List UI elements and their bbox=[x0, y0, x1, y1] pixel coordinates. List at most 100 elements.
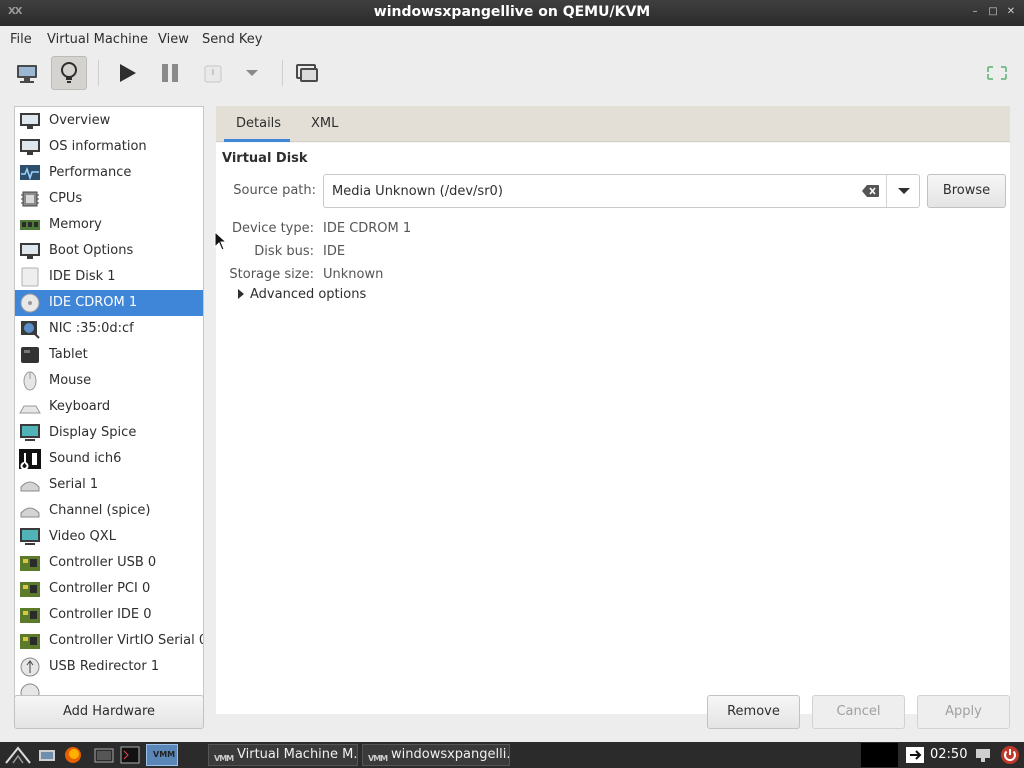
menu-send-key[interactable]: Send Key bbox=[202, 32, 262, 47]
terminal-icon[interactable] bbox=[120, 746, 140, 764]
details-lightbulb-icon bbox=[61, 62, 77, 83]
snapshots-button[interactable] bbox=[289, 56, 325, 90]
apply-button[interactable]: Apply bbox=[917, 695, 1010, 729]
sidebar-item-controller-usb-0[interactable]: Controller USB 0 bbox=[15, 550, 203, 576]
shutdown-button[interactable] bbox=[195, 56, 231, 90]
pause-button[interactable] bbox=[152, 56, 188, 90]
sidebar-item-controller-pci-0[interactable]: Controller PCI 0 bbox=[15, 576, 203, 602]
shutdown-menu-button[interactable] bbox=[234, 56, 270, 90]
sidebar-item-display-spice[interactable]: Display Spice bbox=[15, 420, 203, 446]
snapshots-icon bbox=[296, 64, 318, 82]
sidebar-item-ide-cdrom-1[interactable]: IDE CDROM 1 bbox=[15, 290, 203, 316]
logout-icon[interactable] bbox=[904, 745, 926, 765]
performance-icon bbox=[20, 165, 40, 181]
sidebar-item-boot-options[interactable]: Boot Options bbox=[15, 238, 203, 264]
toolbar bbox=[0, 54, 1024, 92]
window-titlebar[interactable]: XX windowsxpangellive on QEMU/KVM – □ ✕ bbox=[0, 0, 1024, 26]
sidebar-item-memory[interactable]: Memory bbox=[15, 212, 203, 238]
sidebar-item-video-qxl[interactable]: Video QXL bbox=[15, 524, 203, 550]
hardware-list[interactable]: Overview OS information Performance CPUs… bbox=[14, 106, 204, 714]
power-icon[interactable] bbox=[1000, 745, 1020, 765]
tablet-icon bbox=[21, 347, 39, 363]
taskbar-task-windowsxpangellive[interactable]: VMM windowsxpangelli... bbox=[362, 744, 510, 766]
disk-bus-label: Disk bus: bbox=[254, 244, 314, 259]
sidebar-item-label: CPUs bbox=[49, 191, 83, 206]
vm-manager-launcher[interactable]: VMM bbox=[146, 744, 178, 766]
run-button[interactable] bbox=[109, 56, 145, 90]
sidebar-item-channel-spice[interactable]: Channel (spice) bbox=[15, 498, 203, 524]
console-button[interactable] bbox=[9, 56, 45, 90]
sidebar-item-usb-redirector-1[interactable]: USB Redirector 1 bbox=[15, 654, 203, 680]
source-path-combo[interactable]: Media Unknown (/dev/sr0) bbox=[323, 174, 920, 208]
remove-button[interactable]: Remove bbox=[707, 695, 800, 729]
toolbar-separator bbox=[98, 60, 99, 86]
advanced-options-expander[interactable]: Advanced options bbox=[238, 287, 366, 302]
sidebar-item-serial-1[interactable]: Serial 1 bbox=[15, 472, 203, 498]
firefox-icon[interactable] bbox=[63, 745, 83, 765]
sidebar-item-label: IDE CDROM 1 bbox=[49, 295, 138, 310]
storage-size-label: Storage size: bbox=[229, 267, 314, 282]
sidebar-item-ide-disk-1[interactable]: IDE Disk 1 bbox=[15, 264, 203, 290]
file-manager-icon[interactable] bbox=[94, 746, 114, 764]
start-menu-icon[interactable] bbox=[4, 745, 32, 765]
sidebar-item-tablet[interactable]: Tablet bbox=[15, 342, 203, 368]
sidebar-item-performance[interactable]: Performance bbox=[15, 160, 203, 186]
desktop-icon[interactable] bbox=[38, 747, 56, 763]
source-path-label: Source path: bbox=[233, 183, 316, 198]
section-heading: Virtual Disk bbox=[222, 151, 308, 166]
tab-details[interactable]: Details bbox=[236, 116, 281, 131]
browse-button[interactable]: Browse bbox=[927, 174, 1006, 208]
tab-bar: Details XML bbox=[216, 106, 1010, 142]
sidebar-item-label: Channel (spice) bbox=[49, 503, 151, 518]
cancel-button[interactable]: Cancel bbox=[812, 695, 905, 729]
source-path-dropdown[interactable] bbox=[886, 175, 920, 207]
network-tray-icon[interactable] bbox=[974, 746, 992, 764]
add-hardware-button[interactable]: Add Hardware bbox=[14, 695, 204, 729]
sidebar-item-label: OS information bbox=[49, 139, 147, 154]
sidebar-item-label: Tablet bbox=[49, 347, 88, 362]
menubar: File Virtual Machine View Send Key bbox=[0, 26, 1024, 52]
sidebar-item-label: Controller VirtIO Serial 0 bbox=[49, 633, 204, 648]
sidebar-item-label: Sound ich6 bbox=[49, 451, 122, 466]
monitor-icon bbox=[20, 243, 40, 259]
chevron-down-icon bbox=[898, 188, 910, 194]
maximize-icon[interactable]: □ bbox=[988, 7, 998, 17]
sidebar-item-nic[interactable]: NIC :35:0d:cf bbox=[15, 316, 203, 342]
sidebar-item-controller-ide-0[interactable]: Controller IDE 0 bbox=[15, 602, 203, 628]
taskbar-task-virtual-machine-manager[interactable]: VMM Virtual Machine M... bbox=[208, 744, 358, 766]
disk-bus-value: IDE bbox=[323, 244, 346, 259]
fullscreen-button[interactable] bbox=[979, 56, 1015, 90]
cpu-icon bbox=[21, 191, 39, 207]
serial-icon bbox=[20, 481, 40, 492]
toolbar-separator bbox=[282, 60, 283, 86]
menu-view[interactable]: View bbox=[158, 32, 189, 47]
tray-applet[interactable] bbox=[861, 743, 898, 767]
sidebar-item-mouse[interactable]: Mouse bbox=[15, 368, 203, 394]
sidebar-item-label: NIC :35:0d:cf bbox=[49, 321, 134, 336]
menu-file[interactable]: File bbox=[10, 32, 32, 47]
window-title: windowsxpangellive on QEMU/KVM bbox=[373, 4, 651, 20]
sidebar-item-label: Keyboard bbox=[49, 399, 111, 414]
sidebar-item-label: Controller IDE 0 bbox=[49, 607, 152, 622]
sidebar-item-keyboard[interactable]: Keyboard bbox=[15, 394, 203, 420]
task-label: windowsxpangelli... bbox=[391, 747, 510, 762]
tab-xml[interactable]: XML bbox=[311, 116, 338, 131]
controller-icon bbox=[20, 556, 40, 571]
mouse-icon bbox=[23, 371, 37, 391]
sidebar-item-cpus[interactable]: CPUs bbox=[15, 186, 203, 212]
sidebar-item-controller-virtio-serial-0[interactable]: Controller VirtIO Serial 0 bbox=[15, 628, 203, 654]
sidebar-item-label: Overview bbox=[49, 113, 111, 128]
sidebar-item-overview[interactable]: Overview bbox=[15, 108, 203, 134]
clear-icon[interactable] bbox=[862, 184, 880, 198]
close-icon[interactable]: ✕ bbox=[1006, 7, 1016, 17]
shutdown-icon bbox=[204, 65, 222, 83]
task-label: Virtual Machine M... bbox=[237, 747, 358, 762]
sidebar-item-os-information[interactable]: OS information bbox=[15, 134, 203, 160]
sidebar-item-label: Mouse bbox=[49, 373, 92, 388]
minimize-icon[interactable]: – bbox=[970, 7, 980, 17]
details-button[interactable] bbox=[51, 56, 87, 90]
expander-arrow-icon bbox=[238, 289, 244, 299]
virtual-disk-section: Virtual Disk Source path: Media Unknown … bbox=[216, 143, 1010, 714]
menu-virtual-machine[interactable]: Virtual Machine bbox=[47, 32, 148, 47]
sidebar-item-sound-ich6[interactable]: Sound ich6 bbox=[15, 446, 203, 472]
